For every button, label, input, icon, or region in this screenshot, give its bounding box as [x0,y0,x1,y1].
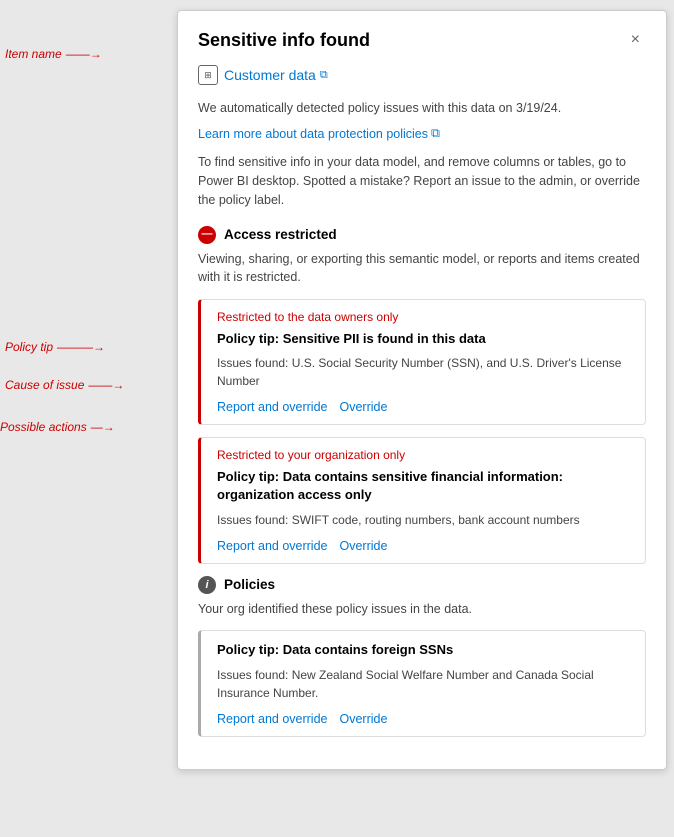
learn-more-external-icon: ⧉ [431,126,440,141]
policies-header: i Policies [198,576,646,594]
body-description: To find sensitive info in your data mode… [198,153,646,209]
annotation-item-name: Item name ——→ [5,47,102,61]
report-override-button-1[interactable]: Report and override [217,400,327,414]
external-link-icon: ⧉ [320,69,328,82]
report-override-button-2[interactable]: Report and override [217,539,327,553]
override-button-2[interactable]: Override [339,539,387,553]
issues-text-3: Issues found: New Zealand Social Welfare… [217,666,633,702]
issues-text-2: Issues found: SWIFT code, routing number… [217,511,633,529]
policy-title-1: Policy tip: Sensitive PII is found in th… [217,330,633,348]
access-restricted-desc: Viewing, sharing, or exporting this sema… [198,250,646,288]
policy-title-2: Policy tip: Data contains sensitive fina… [217,468,633,504]
info-icon: i [198,576,216,594]
panel-title: Sensitive info found [198,30,370,51]
policies-title: Policies [224,577,275,592]
restricted-icon [198,226,216,244]
policy-card-3: Policy tip: Data contains foreign SSNs I… [198,630,646,736]
restriction-label-2: Restricted to your organization only [217,448,633,462]
learn-more-link[interactable]: Learn more about data protection policie… [198,126,440,141]
sensitive-info-panel: Sensitive info found × ⊞ Customer data ⧉… [177,10,667,770]
report-override-button-3[interactable]: Report and override [217,712,327,726]
policies-section: i Policies Your org identified these pol… [198,576,646,737]
item-name-link[interactable]: Customer data ⧉ [224,67,328,83]
access-restricted-title: Access restricted [224,227,337,242]
card-actions-1: Report and override Override [217,400,633,414]
annotation-policy-tip: Policy tip ———→ [5,340,105,354]
panel-body: ⊞ Customer data ⧉ We automatically detec… [178,61,666,769]
item-name-row: ⊞ Customer data ⧉ [198,61,646,85]
policy-card-1: Restricted to the data owners only Polic… [198,299,646,425]
annotation-cause-of-issue: Cause of issue ——→ [5,378,124,392]
annotation-possible-actions: Possible actions —→ [0,420,115,434]
policies-desc: Your org identified these policy issues … [198,600,646,619]
card-actions-3: Report and override Override [217,712,633,726]
override-button-1[interactable]: Override [339,400,387,414]
access-restricted-header: Access restricted [198,226,646,244]
card-actions-2: Report and override Override [217,539,633,553]
close-button[interactable]: × [625,29,646,51]
panel-header: Sensitive info found × [178,11,666,61]
override-button-3[interactable]: Override [339,712,387,726]
restriction-label-1: Restricted to the data owners only [217,310,633,324]
dataset-icon: ⊞ [198,65,218,85]
detection-description: We automatically detected policy issues … [198,99,646,118]
policy-card-2: Restricted to your organization only Pol… [198,437,646,563]
policy-title-3: Policy tip: Data contains foreign SSNs [217,641,633,659]
issues-text-1: Issues found: U.S. Social Security Numbe… [217,354,633,390]
